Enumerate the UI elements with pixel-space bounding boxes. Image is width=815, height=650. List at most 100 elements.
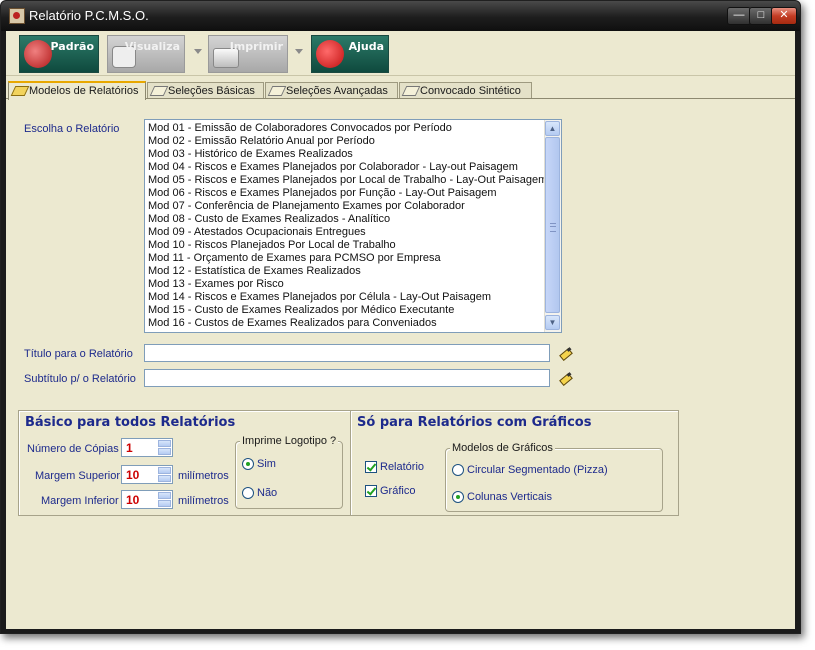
toolbar: Padrão Visualiza Imprimir Ajuda xyxy=(6,31,795,76)
chart-checkbox-label[interactable]: Gráfico xyxy=(380,485,415,497)
list-item[interactable]: Mod 10 - Riscos Planejados Por Local de … xyxy=(148,239,396,252)
grip-icon xyxy=(550,223,556,232)
report-checkbox[interactable] xyxy=(365,461,377,473)
chart-models-title: Modelos de Gráficos xyxy=(450,442,555,454)
copies-value: 1 xyxy=(126,441,133,455)
visualiza-dropdown-icon[interactable] xyxy=(194,49,202,54)
subtitle-input[interactable] xyxy=(144,369,550,387)
columns-chart-radio[interactable] xyxy=(452,491,464,503)
chart-checkbox[interactable] xyxy=(365,485,377,497)
eraser-icon xyxy=(267,86,287,96)
list-item[interactable]: Mod 15 - Custo de Exames Realizados por … xyxy=(148,304,454,317)
chart-group-title: Só para Relatórios com Gráficos xyxy=(357,415,592,430)
margin-bottom-value: 10 xyxy=(126,493,140,507)
tab-modelos-de-relatorios[interactable]: Modelos de Relatórios xyxy=(8,81,146,100)
list-item[interactable]: Mod 04 - Riscos e Exames Planejados por … xyxy=(148,161,518,174)
list-item[interactable]: Mod 08 - Custo de Exames Realizados - An… xyxy=(148,213,390,226)
columns-chart-label[interactable]: Colunas Verticais xyxy=(467,491,552,503)
visualiza-button-label: Visualiza xyxy=(124,40,180,53)
list-item[interactable]: Mod 16 - Custos de Exames Realizados par… xyxy=(148,317,437,330)
spin-up-icon[interactable] xyxy=(158,440,171,447)
logo-yes-radio[interactable] xyxy=(242,458,254,470)
scroll-thumb[interactable] xyxy=(545,137,560,313)
main-window: Relatório P.C.M.S.O. — □ ✕ Padrão Visual… xyxy=(0,0,801,634)
list-item[interactable]: Mod 14 - Riscos e Exames Planejados por … xyxy=(148,291,491,304)
list-item[interactable]: Mod 03 - Histórico de Exames Realizados xyxy=(148,148,353,161)
spin-down-icon[interactable] xyxy=(158,475,171,482)
window-client: Padrão Visualiza Imprimir Ajuda Modelos … xyxy=(6,31,795,629)
list-item[interactable]: Mod 02 - Emissão Relatório Anual por Per… xyxy=(148,135,375,148)
list-item[interactable]: Mod 01 - Emissão de Colaboradores Convoc… xyxy=(148,122,452,135)
margin-top-unit: milímetros xyxy=(178,470,229,482)
pie-chart-label[interactable]: Circular Segmentado (Pizza) xyxy=(467,464,608,476)
logo-no-radio[interactable] xyxy=(242,487,254,499)
scroll-up-icon[interactable]: ▲ xyxy=(545,121,560,136)
eraser-icon xyxy=(10,86,30,96)
tab-convocado-sintetico[interactable]: Convocado Sintético xyxy=(399,82,532,98)
margin-bottom-stepper[interactable]: 10 xyxy=(121,490,173,509)
ajuda-button-label: Ajuda xyxy=(348,40,384,53)
margin-top-label: Margem Superior xyxy=(35,470,120,482)
report-list-label: Escolha o Relatório xyxy=(24,123,120,135)
basic-group-title: Básico para todos Relatórios xyxy=(25,415,236,430)
chart-settings-group: Só para Relatórios com Gráficos Relatóri… xyxy=(350,410,679,516)
title-bar[interactable]: Relatório P.C.M.S.O. — □ ✕ xyxy=(1,1,800,31)
tab-selecoes-basicas[interactable]: Seleções Básicas xyxy=(147,82,264,98)
ajuda-button[interactable]: Ajuda xyxy=(311,35,389,73)
tab-page: Escolha o Relatório Mod 01 - Emissão de … xyxy=(6,98,795,629)
padrao-button[interactable]: Padrão xyxy=(19,35,99,73)
spin-down-icon[interactable] xyxy=(158,448,171,455)
copies-stepper[interactable]: 1 xyxy=(121,438,173,457)
eraser-icon xyxy=(149,86,169,96)
tab-label: Modelos de Relatórios xyxy=(29,85,139,97)
help-icon xyxy=(316,40,344,68)
subtitle-field-label: Subtítulo p/ o Relatório xyxy=(24,373,136,385)
report-magnifier-icon xyxy=(24,40,52,68)
logo-yes-label[interactable]: Sim xyxy=(257,458,276,470)
clear-subtitle-icon[interactable] xyxy=(558,371,574,387)
imprimir-button[interactable]: Imprimir xyxy=(208,35,288,73)
copies-label: Número de Cópias xyxy=(27,443,119,455)
list-item[interactable]: Mod 12 - Estatística de Exames Realizado… xyxy=(148,265,361,278)
minimize-button[interactable]: — xyxy=(727,7,751,25)
list-item[interactable]: Mod 06 - Riscos e Exames Planejados por … xyxy=(148,187,497,200)
tab-label: Seleções Avançadas xyxy=(286,85,388,97)
margin-top-stepper[interactable]: 10 xyxy=(121,465,173,484)
imprimir-button-label: Imprimir xyxy=(229,40,283,53)
logo-no-label[interactable]: Não xyxy=(257,487,277,499)
logo-options-group: Imprime Logotipo ? Sim Não xyxy=(235,435,343,509)
spin-up-icon[interactable] xyxy=(158,467,171,474)
imprimir-dropdown-icon[interactable] xyxy=(295,49,303,54)
close-button[interactable]: ✕ xyxy=(771,7,797,25)
report-listbox[interactable]: Mod 01 - Emissão de Colaboradores Convoc… xyxy=(144,119,562,333)
list-item[interactable]: Mod 09 - Atestados Ocupacionais Entregue… xyxy=(148,226,366,239)
report-list-scrollbar[interactable]: ▲ ▼ xyxy=(544,120,561,332)
scroll-down-icon[interactable]: ▼ xyxy=(545,315,560,330)
basic-settings-group: Básico para todos Relatórios Número de C… xyxy=(18,410,352,516)
tab-selecoes-avancadas[interactable]: Seleções Avançadas xyxy=(265,82,398,98)
list-item[interactable]: Mod 13 - Exames por Risco xyxy=(148,278,284,291)
margin-top-value: 10 xyxy=(126,468,140,482)
spin-up-icon[interactable] xyxy=(158,492,171,499)
tab-label: Seleções Básicas xyxy=(168,85,255,97)
tab-label: Convocado Sintético xyxy=(420,85,521,97)
tab-strip: Modelos de Relatórios Seleções Básicas S… xyxy=(6,81,795,100)
maximize-button[interactable]: □ xyxy=(749,7,773,25)
title-input[interactable] xyxy=(144,344,550,362)
visualiza-button[interactable]: Visualiza xyxy=(107,35,185,73)
logo-group-title: Imprime Logotipo ? xyxy=(240,435,339,447)
clear-title-icon[interactable] xyxy=(558,346,574,362)
pie-chart-radio[interactable] xyxy=(452,464,464,476)
list-item[interactable]: Mod 05 - Riscos e Exames Planejados por … xyxy=(148,174,547,187)
app-icon[interactable] xyxy=(9,8,25,24)
title-field-label: Título para o Relatório xyxy=(24,348,133,360)
margin-bottom-unit: milímetros xyxy=(178,495,229,507)
spin-down-icon[interactable] xyxy=(158,500,171,507)
list-item[interactable]: Mod 11 - Orçamento de Exames para PCMSO … xyxy=(148,252,441,265)
list-item[interactable]: Mod 07 - Conferência de Planejamento Exa… xyxy=(148,200,465,213)
eraser-icon xyxy=(401,86,421,96)
margin-bottom-label: Margem Inferior xyxy=(41,495,119,507)
chart-models-group: Modelos de Gráficos Circular Segmentado … xyxy=(445,442,663,512)
window-title: Relatório P.C.M.S.O. xyxy=(29,8,149,23)
report-checkbox-label[interactable]: Relatório xyxy=(380,461,424,473)
